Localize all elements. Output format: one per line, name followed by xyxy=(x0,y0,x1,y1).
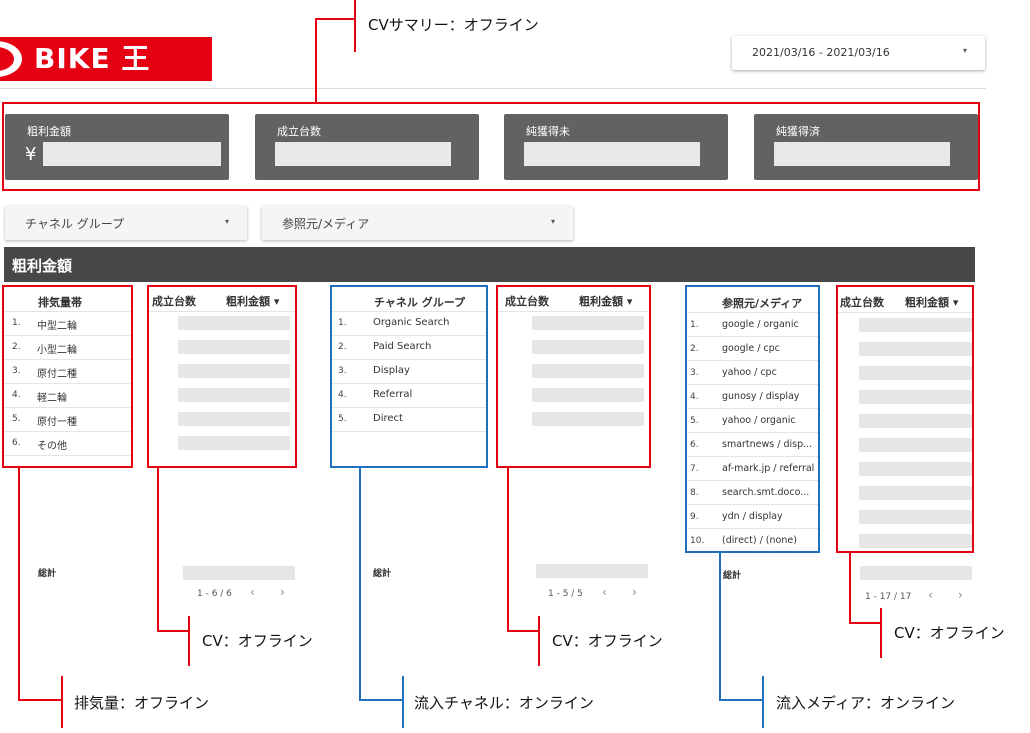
total-value-redacted xyxy=(183,566,295,580)
bike-oh-logo: BIKE 王 xyxy=(0,37,212,81)
annotation-channel: 流入チャネル：オンライン xyxy=(414,694,594,712)
callout-line xyxy=(18,699,62,701)
channel-highlight-box xyxy=(330,285,488,468)
callout-line xyxy=(61,676,63,728)
total-label: 総計 xyxy=(373,569,392,579)
channel-group-filter[interactable]: チャネル グループ ▾ xyxy=(5,206,247,240)
callout-line xyxy=(359,699,403,701)
date-range-value: 2021/03/16 - 2021/03/16 xyxy=(752,46,890,59)
section-title: 粗利金額 xyxy=(12,257,73,275)
logo-text: BIKE 王 xyxy=(34,42,151,75)
total-value-redacted xyxy=(860,566,972,580)
callout-line xyxy=(849,622,881,624)
callout-line xyxy=(188,616,190,666)
callout-line xyxy=(538,616,540,666)
displacement-highlight-box xyxy=(2,285,133,468)
chevron-down-icon: ▾ xyxy=(962,46,967,55)
annotation-media: 流入メディア：オンライン xyxy=(776,694,955,712)
section-header: 粗利金額 xyxy=(4,247,975,282)
total-label: 総計 xyxy=(38,569,57,579)
callout-line xyxy=(849,553,851,624)
filter-label: 参照元/メディア xyxy=(282,217,370,231)
chevron-left-icon[interactable]: ‹ xyxy=(250,585,255,599)
summary-highlight-box xyxy=(2,102,980,191)
callout-line xyxy=(354,0,356,52)
pager-text: 1 - 17 / 17 xyxy=(865,592,912,602)
chevron-left-icon[interactable]: ‹ xyxy=(602,585,607,599)
source-medium-filter[interactable]: 参照元/メディア ▾ xyxy=(262,206,573,240)
pager-text: 1 - 5 / 5 xyxy=(548,589,583,599)
filter-label: チャネル グループ xyxy=(25,217,124,231)
annotation-summary: CVサマリー：オフライン xyxy=(368,16,539,34)
chevron-right-icon[interactable]: › xyxy=(280,585,285,599)
total-value-redacted xyxy=(536,564,648,578)
callout-line xyxy=(507,468,509,632)
header-divider xyxy=(0,88,986,89)
callout-line xyxy=(719,553,721,701)
chevron-right-icon[interactable]: › xyxy=(632,585,637,599)
callout-line xyxy=(402,676,404,728)
annotation-cv1: CV：オフライン xyxy=(202,632,313,650)
annotation-cv2: CV：オフライン xyxy=(552,632,663,650)
cv3-highlight-box xyxy=(836,285,974,553)
chevron-right-icon[interactable]: › xyxy=(958,588,963,602)
media-highlight-box xyxy=(685,285,820,553)
total-label: 総計 xyxy=(723,571,742,581)
cv2-highlight-box xyxy=(496,285,651,468)
callout-line xyxy=(18,468,20,701)
callout-line xyxy=(315,18,317,102)
callout-line xyxy=(315,18,355,20)
callout-line xyxy=(880,608,882,658)
annotation-displacement: 排気量：オフライン xyxy=(74,694,210,712)
callout-line xyxy=(507,630,539,632)
callout-line xyxy=(762,676,764,728)
chevron-down-icon: ▾ xyxy=(550,217,555,226)
cv1-highlight-box xyxy=(147,285,297,468)
annotation-cv3: CV：オフライン xyxy=(894,624,1005,642)
date-range-picker[interactable]: 2021/03/16 - 2021/03/16 ▾ xyxy=(732,36,985,70)
pager-text: 1 - 6 / 6 xyxy=(197,589,232,599)
chevron-left-icon[interactable]: ‹ xyxy=(928,588,933,602)
callout-line xyxy=(157,630,189,632)
chevron-down-icon: ▾ xyxy=(224,217,229,226)
callout-line xyxy=(719,699,763,701)
callout-line xyxy=(359,468,361,701)
callout-line xyxy=(157,468,159,632)
